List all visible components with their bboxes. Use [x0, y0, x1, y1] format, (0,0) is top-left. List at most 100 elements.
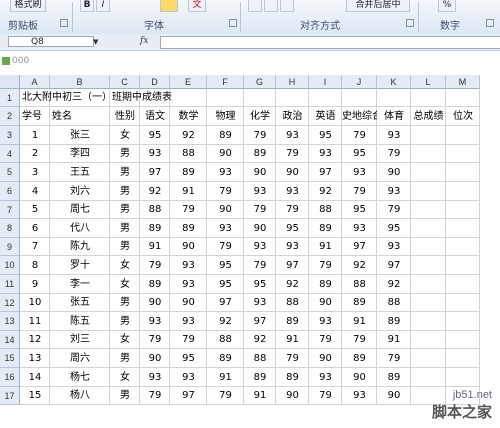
chevron-down-icon[interactable]: ▼	[93, 38, 98, 46]
grid-cell[interactable]	[207, 89, 244, 107]
cell-text: 93	[387, 186, 401, 197]
merge-center-button[interactable]: 合并后居中	[346, 0, 410, 12]
column-header-j[interactable]: J	[342, 75, 377, 89]
grid-cell[interactable]	[446, 256, 480, 275]
row-header[interactable]: 4	[0, 145, 20, 163]
grid-cell[interactable]	[170, 89, 207, 107]
column-header-c[interactable]: C	[110, 75, 140, 89]
font-color-button[interactable]: 文	[188, 0, 206, 12]
column-header-a[interactable]: A	[20, 75, 50, 89]
column-header-g[interactable]: G	[244, 75, 276, 89]
grid-cell[interactable]	[446, 201, 480, 219]
row-header[interactable]: 6	[0, 182, 20, 201]
grid-cell[interactable]	[309, 89, 342, 107]
grid-cell[interactable]	[411, 145, 446, 163]
grid-cell[interactable]	[446, 182, 480, 201]
grid-cell[interactable]	[411, 312, 446, 331]
fill-color-button[interactable]	[160, 0, 178, 12]
column-header-d[interactable]: D	[140, 75, 170, 89]
grid-cell[interactable]	[342, 89, 377, 107]
row-header[interactable]: 8	[0, 219, 20, 238]
grid-cell[interactable]	[411, 368, 446, 387]
alignment-launcher-icon[interactable]	[406, 19, 414, 27]
row-header[interactable]: 7	[0, 201, 20, 219]
cell-text: 97	[353, 241, 366, 252]
column-header-l[interactable]: L	[411, 75, 446, 89]
grid-cell[interactable]	[411, 201, 446, 219]
row-header[interactable]: 17	[0, 387, 20, 405]
format-painter-button[interactable]: 格式刷	[10, 0, 46, 12]
grid-cell[interactable]	[446, 368, 480, 387]
row-header[interactable]: 10	[0, 256, 20, 275]
cell-text: 90	[182, 297, 195, 308]
grid-cell[interactable]	[244, 89, 276, 107]
grid-cell[interactable]	[446, 331, 480, 349]
row-header[interactable]: 3	[0, 126, 20, 145]
column-header-b[interactable]: B	[50, 75, 110, 89]
cell-text: 91	[182, 186, 195, 197]
row-header[interactable]: 5	[0, 163, 20, 182]
grid-cell[interactable]	[411, 182, 446, 201]
grid-cell[interactable]	[446, 163, 480, 182]
cell-text: 79	[182, 204, 195, 215]
grid-cell[interactable]	[411, 331, 446, 349]
clipboard-launcher-icon[interactable]	[60, 19, 68, 27]
row-header[interactable]: 12	[0, 294, 20, 312]
row-header[interactable]: 1	[0, 89, 20, 107]
grid-cell[interactable]	[411, 163, 446, 182]
formula-input[interactable]	[160, 36, 500, 49]
grid-cell[interactable]	[446, 219, 480, 238]
grid-cell[interactable]	[411, 126, 446, 145]
cell-text: 92	[219, 316, 232, 327]
grid-cell[interactable]	[446, 145, 480, 163]
column-header-e[interactable]: E	[170, 75, 207, 89]
row-header[interactable]: 2	[0, 107, 20, 126]
grid-cell[interactable]	[411, 238, 446, 256]
bold-button[interactable]: B	[80, 0, 94, 12]
cell-text: 93	[353, 223, 366, 234]
cell-text: 95	[182, 353, 195, 364]
grid-cell[interactable]	[446, 238, 480, 256]
grid-cell[interactable]	[411, 256, 446, 275]
column-header-m[interactable]: M	[446, 75, 480, 89]
group-label-font: 字体	[144, 21, 164, 32]
column-header-i[interactable]: I	[309, 75, 342, 89]
column-header-f[interactable]: F	[207, 75, 244, 89]
grid-cell[interactable]	[276, 89, 309, 107]
name-box[interactable]: Q8	[8, 36, 94, 47]
cell-text: 92	[387, 279, 401, 290]
cell-text: 93	[182, 372, 195, 383]
formula-bar: Q8 ▼ fx	[0, 34, 500, 51]
grid-cell[interactable]	[446, 89, 480, 107]
grid-cell[interactable]	[446, 294, 480, 312]
align-left-button[interactable]	[248, 0, 262, 12]
font-launcher-icon[interactable]	[229, 19, 237, 27]
italic-button[interactable]: I	[96, 0, 110, 12]
grid-cell[interactable]	[446, 312, 480, 331]
column-header-h[interactable]: H	[276, 75, 309, 89]
cell-text: 89	[387, 372, 401, 383]
grid-cell[interactable]	[446, 126, 480, 145]
column-header-k[interactable]: K	[377, 75, 411, 89]
row-header[interactable]: 11	[0, 275, 20, 294]
row-header[interactable]: 15	[0, 349, 20, 368]
row-header[interactable]: 9	[0, 238, 20, 256]
number-launcher-icon[interactable]	[486, 19, 494, 27]
cell-text: 95	[286, 223, 299, 234]
row-header[interactable]: 13	[0, 312, 20, 331]
grid-cell[interactable]	[411, 89, 446, 107]
grid-cell[interactable]	[411, 349, 446, 368]
function-icon[interactable]: fx	[140, 36, 154, 47]
align-right-button[interactable]	[280, 0, 294, 12]
percent-button[interactable]: %	[438, 0, 456, 12]
grid-cell[interactable]	[411, 219, 446, 238]
row-header[interactable]: 14	[0, 331, 20, 349]
row-header[interactable]: 16	[0, 368, 20, 387]
grid-cell[interactable]	[377, 89, 411, 107]
grid-cell[interactable]	[446, 349, 480, 368]
grid-cell[interactable]	[446, 275, 480, 294]
select-all-corner[interactable]	[0, 75, 20, 89]
align-center-button[interactable]	[264, 0, 278, 12]
grid-cell[interactable]	[411, 294, 446, 312]
grid-cell[interactable]	[411, 275, 446, 294]
